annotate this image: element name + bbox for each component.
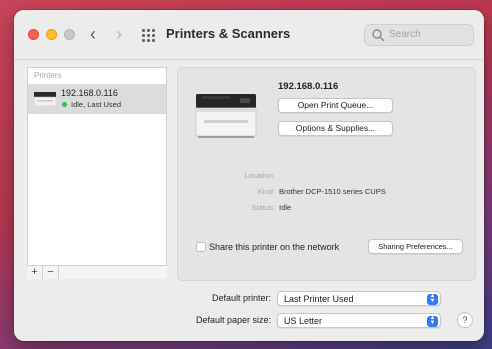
idle-status-dot bbox=[62, 102, 67, 107]
status-value: Idle bbox=[279, 203, 292, 212]
search-field[interactable]: Search bbox=[364, 24, 474, 46]
zoom-window-button[interactable] bbox=[64, 29, 75, 40]
printer-list-item[interactable]: 192.168.0.116 Idle, Last Used bbox=[28, 84, 166, 114]
add-printer-button[interactable]: + bbox=[27, 266, 43, 279]
printer-list-header: Printers bbox=[34, 71, 62, 80]
back-button[interactable]: ‹ bbox=[90, 24, 96, 44]
sharing-preferences-button[interactable]: Sharing Preferences... bbox=[368, 239, 463, 254]
title-bar: ‹ › Printers & Scanners Search bbox=[14, 10, 484, 60]
remove-printer-button[interactable]: − bbox=[43, 266, 59, 279]
printer-image-icon bbox=[195, 94, 257, 138]
minimize-window-button[interactable] bbox=[46, 29, 57, 40]
search-placeholder: Search bbox=[389, 29, 421, 40]
kind-label: Kind: bbox=[257, 187, 275, 196]
forward-button[interactable]: › bbox=[116, 24, 122, 44]
share-printer-label[interactable]: Share this printer on the network bbox=[209, 242, 339, 252]
popup-stepper-icon: ▲ ▼ bbox=[427, 293, 438, 305]
default-printer-value: Last Printer Used bbox=[284, 294, 354, 304]
search-icon bbox=[372, 29, 385, 42]
printer-detail-pane: 192.168.0.116 Open Print Queue... Option… bbox=[177, 67, 476, 281]
popup-stepper-icon: ▲ ▼ bbox=[427, 315, 438, 327]
kind-value: Brother DCP-1510 series CUPS bbox=[279, 187, 386, 196]
printer-icon bbox=[34, 92, 56, 106]
window-title: Printers & Scanners bbox=[166, 26, 291, 41]
printers-scanners-window: ‹ › Printers & Scanners Search Printers … bbox=[14, 10, 484, 341]
show-all-preferences-icon[interactable] bbox=[142, 29, 155, 42]
share-printer-checkbox[interactable] bbox=[196, 242, 206, 252]
printer-list: Printers 192.168.0.116 Idle, Last Used bbox=[27, 67, 167, 279]
help-button[interactable]: ? bbox=[457, 312, 473, 328]
default-paper-size-value: US Letter bbox=[284, 316, 323, 326]
printer-name: 192.168.0.116 bbox=[278, 81, 339, 92]
printer-list-item-name: 192.168.0.116 bbox=[61, 88, 118, 98]
default-printer-popup[interactable]: Last Printer Used ▲ ▼ bbox=[277, 291, 441, 306]
location-label: Location: bbox=[244, 171, 275, 180]
close-window-button[interactable] bbox=[28, 29, 39, 40]
default-paper-size-popup[interactable]: US Letter ▲ ▼ bbox=[277, 313, 441, 328]
list-controls: + − bbox=[27, 265, 167, 279]
status-label: Status: bbox=[251, 203, 275, 212]
default-printer-label: Default printer: bbox=[211, 293, 271, 303]
options-supplies-button[interactable]: Options & Supplies... bbox=[278, 121, 393, 136]
printer-list-item-status: Idle, Last Used bbox=[71, 100, 122, 109]
default-paper-size-label: Default paper size: bbox=[195, 315, 271, 325]
open-print-queue-button[interactable]: Open Print Queue... bbox=[278, 98, 393, 113]
